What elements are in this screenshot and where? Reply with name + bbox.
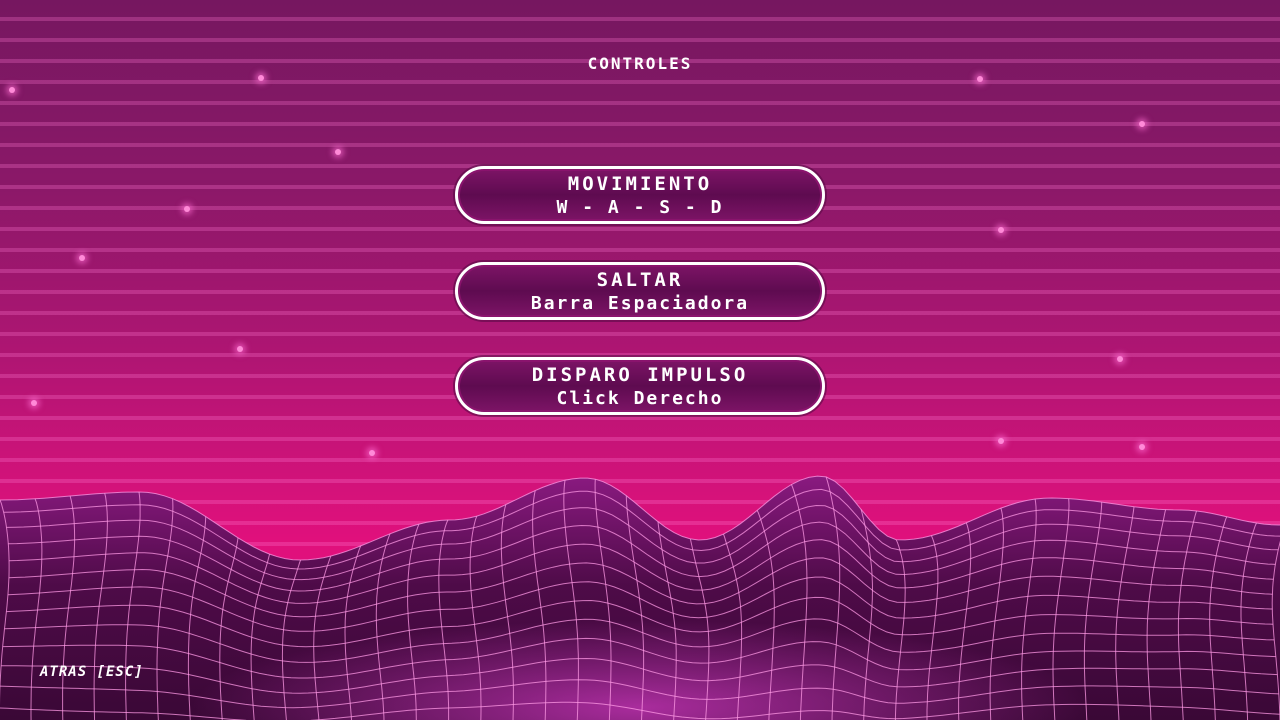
- control-action-label: MOVIMIENTO: [567, 173, 713, 195]
- control-action-label: SALTAR: [596, 269, 684, 291]
- back-button[interactable]: ATRAS [ESC]: [40, 664, 144, 680]
- control-panel-dash: DISPARO IMPULSO Click Derecho: [455, 357, 825, 415]
- controls-screen: CONTROLES MOVIMIENTO W - A - S - D SALTA…: [0, 0, 1280, 720]
- control-key-label: Barra Espaciadora: [530, 293, 750, 314]
- terrain-glow: [0, 470, 1280, 720]
- screen-title: CONTROLES: [587, 54, 693, 73]
- control-key-label: W - A - S - D: [556, 197, 724, 218]
- control-panel-movement: MOVIMIENTO W - A - S - D: [455, 166, 825, 224]
- control-panel-jump: SALTAR Barra Espaciadora: [455, 262, 825, 320]
- control-key-label: Click Derecho: [556, 388, 724, 409]
- control-action-label: DISPARO IMPULSO: [531, 364, 749, 386]
